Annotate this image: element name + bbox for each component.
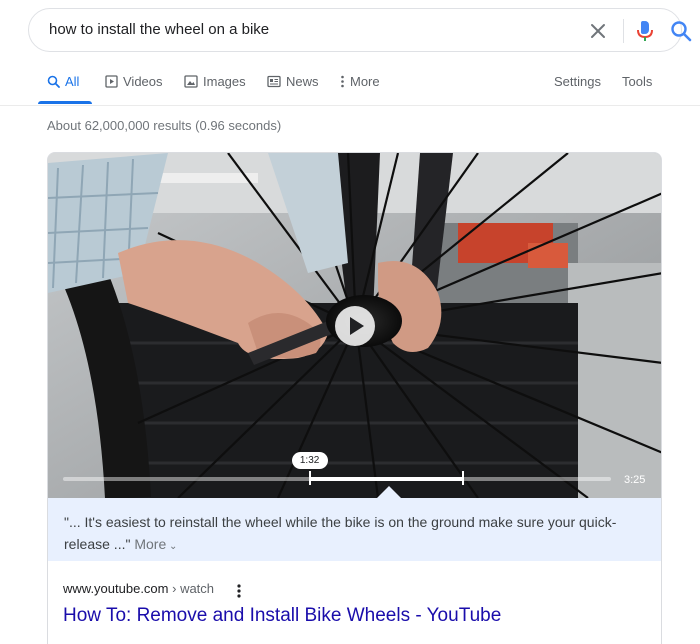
tab-all[interactable]: All [47,74,79,89]
search-icon [47,75,60,88]
clip-start-time: 1:32 [291,452,328,469]
result-stats: About 62,000,000 results (0.96 seconds) [47,118,282,133]
result-menu-icon[interactable] [234,583,244,599]
chevron-down-icon: ⌄ [166,541,178,552]
settings-link[interactable]: Settings [554,74,601,89]
video-thumbnail[interactable]: 1:32 3:25 [48,153,661,498]
tab-images[interactable]: Images [184,74,246,89]
tools-link[interactable]: Tools [622,74,652,89]
snippet-more-label: More [134,536,167,552]
search-icon[interactable] [669,19,693,43]
search-input[interactable]: how to install the wheel on a bike [49,21,269,38]
image-icon [184,75,198,88]
result-breadcrumb: › watch [172,581,215,596]
result-title-link[interactable]: How To: Remove and Install Bike Wheels -… [63,605,501,627]
tab-more-label: More [350,74,380,89]
tab-more[interactable]: More [340,74,380,89]
search-box[interactable]: how to install the wheel on a bike [28,8,692,52]
clip-start-marker[interactable] [308,471,311,485]
active-tab-indicator [38,101,92,104]
video-result-card: 1:32 3:25 "... It's easiest to reinstall… [47,152,662,644]
result-domain: www.youtube.com [63,581,169,596]
play-button[interactable] [335,306,375,346]
tab-news-label: News [286,74,319,89]
snippet-pointer [377,486,401,498]
clear-icon[interactable] [587,20,609,42]
video-icon [105,75,118,88]
news-icon [267,75,281,88]
video-snippet: "... It's easiest to reinstall the wheel… [48,498,661,561]
more-vert-icon [341,75,344,88]
search-divider [623,19,624,43]
tab-news[interactable]: News [267,74,319,89]
tab-videos[interactable]: Videos [105,74,163,89]
tab-images-label: Images [203,74,246,89]
search-tabs: All Videos Images News More Settings Too… [0,60,700,106]
snippet-more-button[interactable]: More ⌄ [134,536,177,552]
tab-videos-label: Videos [123,74,163,89]
microphone-icon[interactable] [634,19,656,43]
tab-all-label: All [65,74,80,89]
video-duration: 3:25 [624,474,646,486]
result-source: www.youtube.com › watch [63,581,214,596]
clip-end-marker[interactable] [462,471,465,485]
video-clip-highlight[interactable] [309,477,464,481]
